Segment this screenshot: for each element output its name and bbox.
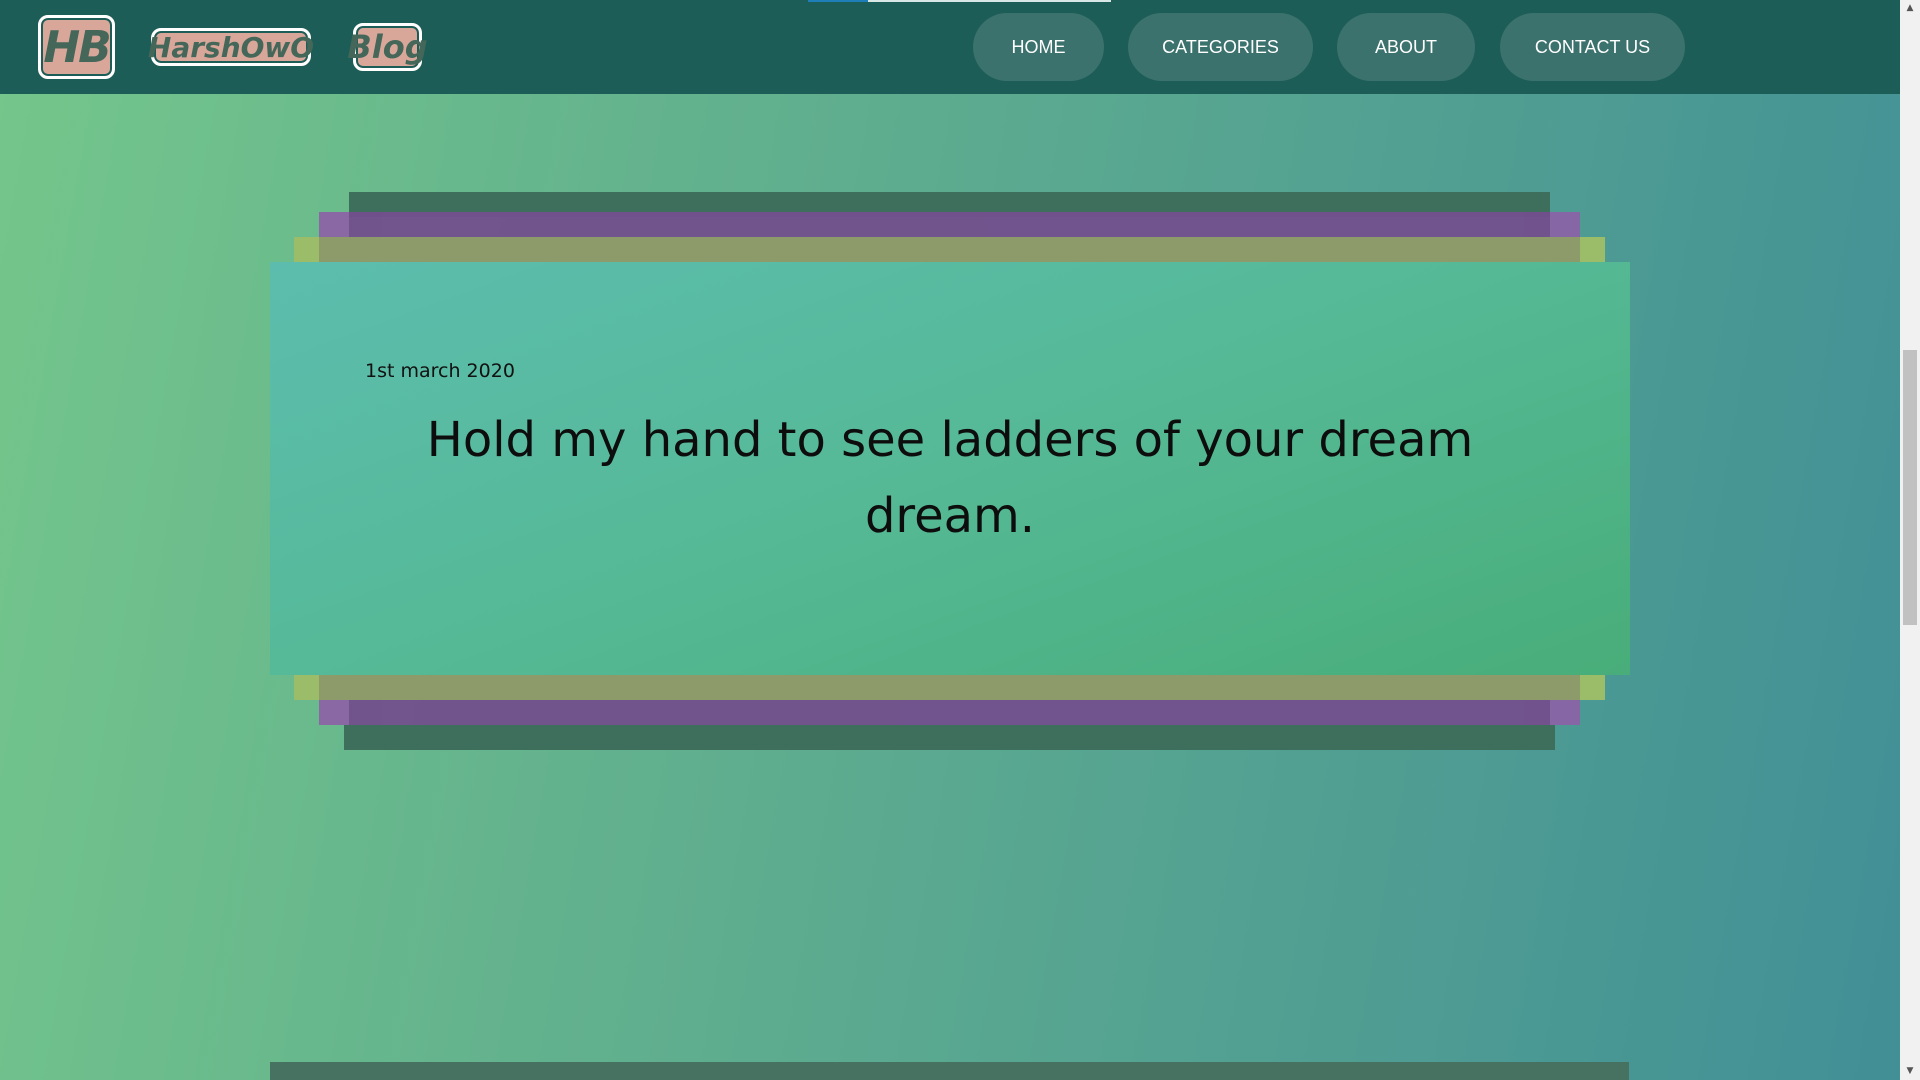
nav-home-button[interactable]: HOME <box>973 13 1104 81</box>
card-layer-bottom-dark <box>344 725 1555 750</box>
scrollbar-thumb[interactable] <box>1903 350 1917 625</box>
page-scrollbar[interactable]: ▲ ▼ <box>1900 0 1920 1080</box>
nav-about-button[interactable]: ABOUT <box>1337 13 1475 81</box>
page-viewport: HB HarshOwO Blog HOME CATEGORIES ABOUT C… <box>0 0 1900 1080</box>
brand-name[interactable]: HarshOwO <box>148 28 314 66</box>
brand-blog[interactable]: Blog <box>347 23 428 71</box>
card-layer-top-purple <box>319 212 1580 237</box>
card-layer-bottom-purple <box>319 700 1580 725</box>
chevron-down-icon[interactable]: ▼ <box>1900 1063 1920 1080</box>
post-card[interactable]: 1st march 2020 Hold my hand to see ladde… <box>270 262 1630 675</box>
navbar: HB HarshOwO Blog HOME CATEGORIES ABOUT C… <box>0 0 1900 94</box>
brand-logo[interactable]: HB <box>38 15 115 79</box>
nav-contact-button[interactable]: CONTACT US <box>1500 13 1685 81</box>
post-date: 1st march 2020 <box>365 360 515 382</box>
card-layer-top-olive <box>294 237 1605 262</box>
post-title[interactable]: Hold my hand to see ladders of your drea… <box>420 402 1480 554</box>
chevron-up-icon[interactable]: ▲ <box>1900 0 1920 17</box>
next-post-card-edge <box>270 1062 1629 1080</box>
nav-categories-button[interactable]: CATEGORIES <box>1128 13 1313 81</box>
card-layer-bottom-olive <box>294 675 1605 700</box>
top-progress-indicator <box>808 0 1111 2</box>
